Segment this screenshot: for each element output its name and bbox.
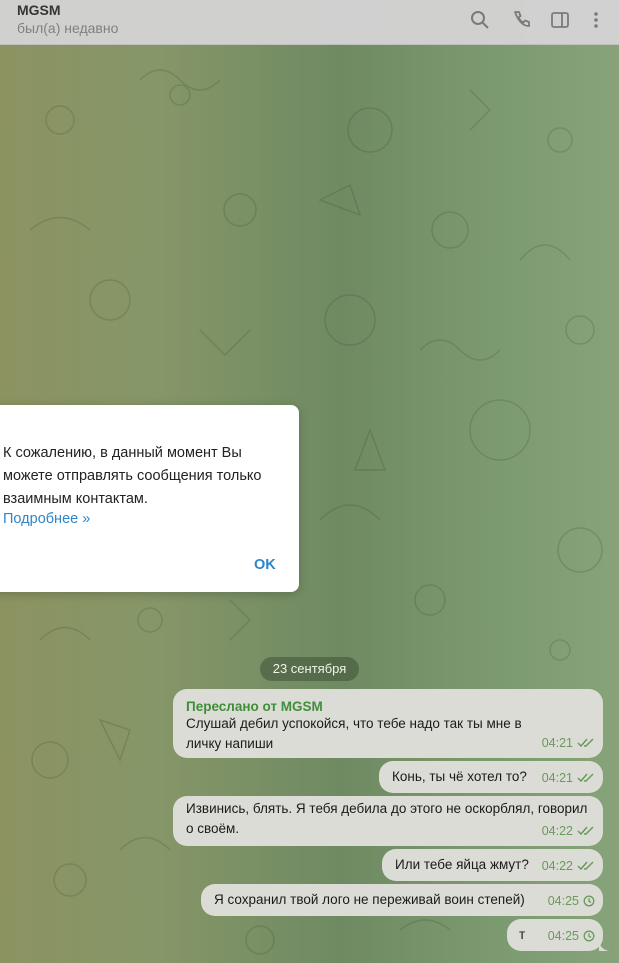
double-check-icon (577, 826, 594, 836)
dialog-message: К сожалению, в данный момент Вы можете о… (3, 445, 262, 507)
search-icon[interactable] (469, 9, 491, 31)
chat-status: был(а) недавно (17, 20, 119, 36)
message-time: 04:25 (547, 894, 579, 908)
restriction-dialog: К сожалению, в данный момент Вы можете о… (0, 405, 299, 592)
message-time: 04:21 (541, 736, 573, 750)
message-meta: 04:21 (542, 733, 595, 753)
message-bubble[interactable]: т 04:25 (507, 919, 609, 951)
message-meta: 04:22 (542, 821, 595, 841)
message-meta: 04:25 (548, 926, 595, 946)
learn-more-link[interactable]: Подробнее » (3, 511, 90, 527)
message-meta: 04:22 (542, 856, 595, 876)
more-vert-icon[interactable] (585, 9, 607, 31)
message-bubble[interactable]: Или тебе яйца жмут? 04:22 (382, 849, 603, 881)
message-text: Или тебе яйца жмут? (395, 857, 529, 872)
double-check-icon (577, 773, 594, 783)
message-text: Извинись, блять. Я тебя дебила до этого … (186, 801, 588, 836)
message-time: 04:25 (547, 929, 579, 943)
message-time: 04:22 (541, 859, 573, 873)
bubble-tail (599, 939, 609, 951)
double-check-icon (577, 738, 594, 748)
message-bubble[interactable]: Извинись, блять. Я тебя дебила до этого … (173, 796, 603, 846)
message-time: 04:22 (541, 824, 573, 838)
clock-icon (583, 930, 595, 942)
date-separator: 23 сентября (260, 657, 359, 681)
phone-icon[interactable] (510, 9, 532, 31)
message-text: Слушай дебил успокойся, что тебе надо та… (186, 716, 522, 751)
ok-button[interactable]: OK (254, 557, 276, 573)
message-bubble[interactable]: Переслано от MGSM Слушай дебил успокойся… (173, 689, 603, 758)
chat-title[interactable]: MGSM (17, 2, 61, 18)
message-bubble[interactable]: Конь, ты чё хотел то? 04:21 (379, 761, 603, 793)
message-time: 04:21 (541, 771, 573, 785)
message-text: Конь, ты чё хотел то? (392, 769, 527, 784)
message-bubble[interactable]: Я сохранил твой лого не переживай воин с… (201, 884, 603, 916)
message-text: Я сохранил твой лого не переживай воин с… (214, 892, 525, 907)
chat-header: MGSM был(а) недавно (0, 0, 619, 45)
clock-icon (583, 895, 595, 907)
message-text: т (519, 927, 526, 942)
double-check-icon (577, 861, 594, 871)
message-meta: 04:21 (542, 768, 595, 788)
sidebar-toggle-icon[interactable] (549, 9, 571, 31)
message-meta: 04:25 (548, 891, 595, 911)
